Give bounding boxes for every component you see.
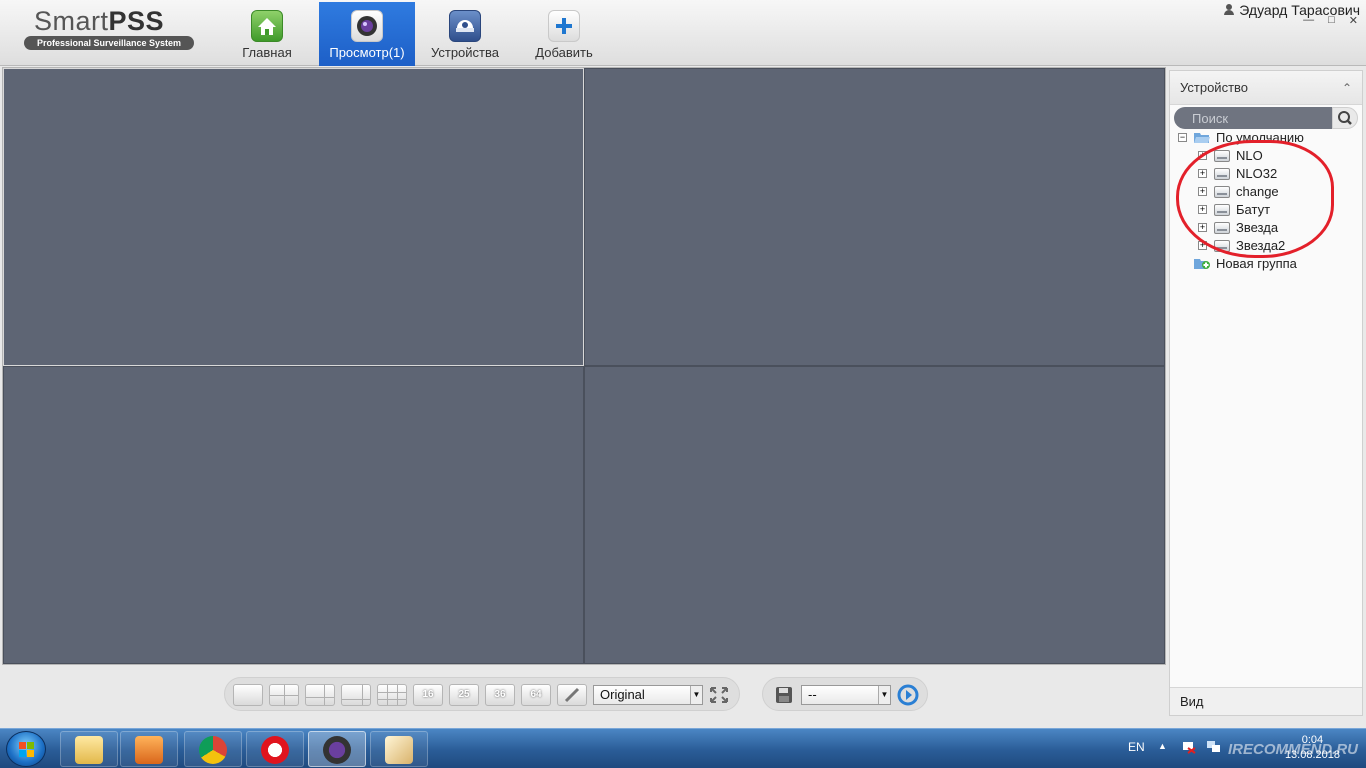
layout-64-button[interactable]: 64 — [521, 684, 551, 706]
folder-icon — [75, 736, 103, 764]
opera-icon — [261, 736, 289, 764]
fullscreen-button[interactable] — [709, 686, 729, 707]
layout-6-button[interactable] — [305, 684, 335, 706]
close-icon[interactable]: ✕ — [1349, 14, 1358, 27]
taskbar-media-player[interactable] — [120, 731, 178, 767]
fullscreen-icon — [710, 687, 728, 703]
highlight-annotation — [1176, 140, 1334, 258]
dropdown-arrow-icon: ▼ — [690, 686, 702, 704]
window-controls: — □ ✕ — [1303, 14, 1358, 27]
windows-taskbar: EN ▲ 0:04 13.08.2018 IRECOMMEND.RU — [0, 728, 1366, 768]
chrome-icon — [199, 736, 227, 764]
preset-toolbar: -- ▼ — [762, 677, 928, 711]
watermark: IRECOMMEND.RU — [1228, 741, 1358, 758]
layout-1-button[interactable] — [233, 684, 263, 706]
logo-title-plain: Smart — [34, 6, 109, 36]
layout-8-button[interactable] — [341, 684, 371, 706]
language-indicator[interactable]: EN — [1128, 740, 1145, 754]
folder-open-icon — [1194, 133, 1210, 143]
tab-devices-label: Устройства — [430, 45, 499, 60]
maximize-icon[interactable]: □ — [1328, 14, 1335, 27]
stream-mode-value: Original — [600, 687, 645, 702]
minimize-icon[interactable]: — — [1303, 14, 1314, 27]
device-search — [1174, 107, 1358, 129]
layout-toolbar: 16 25 36 64 Original ▼ — [224, 677, 740, 711]
taskbar-chrome[interactable] — [184, 731, 242, 767]
cycle-view-button[interactable] — [897, 684, 919, 709]
logo-title-bold: PSS — [108, 6, 165, 36]
layout-36-button[interactable]: 36 — [485, 684, 515, 706]
video-grid — [2, 67, 1166, 665]
home-icon — [251, 10, 283, 42]
saved-view-value: -- — [808, 687, 817, 702]
stream-mode-select[interactable]: Original ▼ — [593, 685, 703, 705]
network-icon[interactable] — [1206, 740, 1222, 757]
tab-devices[interactable]: Устройства — [417, 2, 513, 66]
video-window-1[interactable] — [3, 68, 584, 366]
taskbar-opera[interactable] — [246, 731, 304, 767]
windows-logo-icon — [19, 742, 34, 757]
add-group-icon — [1194, 259, 1210, 269]
camera-lens-icon — [351, 10, 383, 42]
chevron-up-icon[interactable]: ⌃ — [1342, 71, 1352, 105]
video-window-2[interactable] — [584, 68, 1165, 366]
dome-camera-icon — [449, 10, 481, 42]
layout-16-button[interactable]: 16 — [413, 684, 443, 706]
device-panel-title: Устройство — [1180, 80, 1249, 95]
edit-icon — [564, 687, 580, 703]
app-logo: SmartPSS Professional Surveillance Syste… — [24, 6, 196, 50]
refresh-cycle-icon — [897, 684, 919, 706]
saved-view-select[interactable]: -- ▼ — [801, 685, 891, 705]
search-icon — [1338, 111, 1352, 125]
search-button[interactable] — [1332, 107, 1358, 129]
layout-25-button[interactable]: 25 — [449, 684, 479, 706]
tab-live[interactable]: Просмотр(1) — [319, 2, 415, 66]
taskbar-explorer[interactable] — [60, 731, 118, 767]
logo-title: SmartPSS — [24, 6, 196, 36]
save-view-button[interactable] — [775, 686, 793, 707]
save-icon — [776, 687, 792, 703]
tab-home-label: Главная — [242, 45, 292, 60]
custom-layout-button[interactable] — [557, 684, 587, 706]
user-icon — [1223, 2, 1235, 18]
device-panel-header[interactable]: Устройство ⌃ — [1170, 71, 1362, 105]
media-player-icon — [135, 736, 163, 764]
view-section-label: Вид — [1180, 694, 1204, 709]
layout-9-button[interactable] — [377, 684, 407, 706]
tab-add-label: Добавить — [535, 45, 593, 60]
layout-4-button[interactable] — [269, 684, 299, 706]
logo-subtitle: Professional Surveillance System — [24, 36, 194, 50]
taskbar-smartpss[interactable] — [308, 731, 366, 767]
camera-lens-icon — [323, 736, 351, 764]
search-input[interactable] — [1174, 107, 1334, 129]
video-window-4[interactable] — [584, 366, 1165, 664]
dropdown-arrow-icon: ▼ — [878, 686, 890, 704]
action-center-icon[interactable] — [1182, 740, 1196, 757]
show-hidden-icons[interactable]: ▲ — [1158, 741, 1167, 751]
taskbar-paint[interactable] — [370, 731, 428, 767]
plus-icon — [548, 10, 580, 42]
video-window-3[interactable] — [3, 366, 584, 664]
paint-palette-icon — [385, 736, 413, 764]
tab-home[interactable]: Главная — [219, 2, 315, 66]
start-button[interactable] — [6, 731, 46, 767]
collapse-icon[interactable]: − — [1178, 133, 1187, 142]
tab-live-label: Просмотр(1) — [329, 45, 405, 60]
top-bar: SmartPSS Professional Surveillance Syste… — [0, 0, 1366, 66]
view-section-header[interactable]: Вид — [1170, 687, 1362, 715]
tab-add[interactable]: Добавить — [516, 2, 612, 66]
